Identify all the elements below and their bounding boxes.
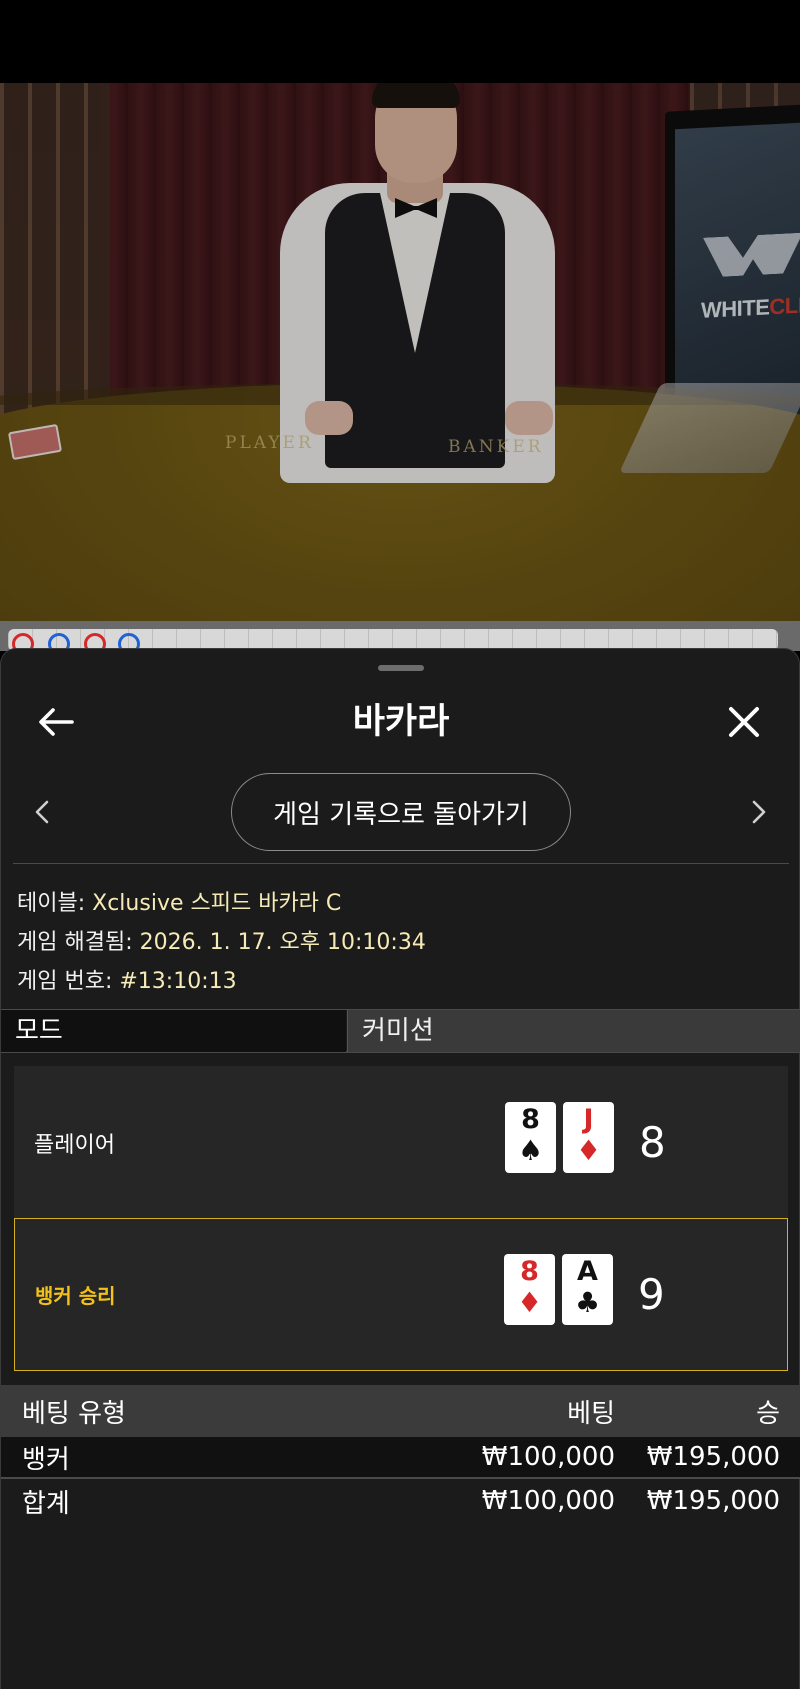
card-rank: J bbox=[583, 1104, 594, 1135]
playing-card: 8 ♦ bbox=[504, 1254, 555, 1325]
club-icon: ♣ bbox=[574, 1286, 601, 1319]
chevron-right-icon bbox=[752, 800, 766, 824]
resolved-info: 게임 해결됨: 2026. 1. 17. 오후 10:10:34 bbox=[17, 924, 426, 956]
player-score: 8 bbox=[639, 1118, 666, 1167]
video-dim-overlay bbox=[0, 83, 800, 621]
card-rank: 8 bbox=[520, 1256, 539, 1287]
win-amount-cell: ₩195,000 bbox=[646, 1442, 780, 1472]
section-divider bbox=[13, 863, 789, 864]
column-header-win: 승 bbox=[756, 1398, 780, 1429]
game-history-sheet: 바카라 게임 기록으로 돌아가기 테이블: Xclusive 스피드 바카라 C… bbox=[0, 648, 800, 1689]
game-number-label: 게임 번호: bbox=[17, 969, 113, 994]
roadmap-strip bbox=[0, 621, 800, 655]
banker-win-label: 뱅커 승리 bbox=[35, 1284, 116, 1308]
playing-card: 8 ♠ bbox=[505, 1102, 556, 1173]
card-rank: A bbox=[577, 1256, 598, 1287]
player-result-row: 플레이어 8 ♠ J ♦ 8 bbox=[14, 1066, 788, 1219]
total-bet: ₩100,000 bbox=[481, 1486, 615, 1516]
column-header-bet: 베팅 bbox=[567, 1398, 615, 1429]
table-info-value: Xclusive 스피드 바카라 C bbox=[92, 891, 342, 916]
total-label: 합계 bbox=[22, 1488, 70, 1519]
banker-score: 9 bbox=[638, 1270, 665, 1319]
playing-card: A ♣ bbox=[562, 1254, 613, 1325]
diamond-icon: ♦ bbox=[575, 1134, 602, 1167]
table-row: 뱅커 ₩100,000 ₩195,000 bbox=[1, 1437, 800, 1479]
close-button[interactable] bbox=[709, 687, 779, 757]
bets-table: 베팅 유형 베팅 승 뱅커 ₩100,000 ₩195,000 합계 ₩100,… bbox=[1, 1385, 800, 1523]
chevron-left-icon bbox=[35, 800, 49, 824]
page-title: 바카라 bbox=[352, 702, 450, 742]
spade-icon: ♠ bbox=[517, 1134, 544, 1167]
game-number-value: #13:10:13 bbox=[119, 969, 237, 994]
sheet-drag-handle[interactable] bbox=[378, 665, 424, 671]
card-rank: 8 bbox=[521, 1104, 540, 1135]
tab-mode[interactable]: 모드 bbox=[1, 1010, 346, 1052]
resolved-info-value: 2026. 1. 17. 오후 10:10:34 bbox=[139, 930, 426, 955]
sheet-header: 바카라 bbox=[1, 687, 800, 757]
top-black-bar bbox=[0, 0, 800, 83]
total-win: ₩195,000 bbox=[646, 1486, 780, 1516]
game-number-info: 게임 번호: #13:10:13 bbox=[17, 963, 237, 995]
previous-game-button[interactable] bbox=[7, 777, 77, 847]
player-label: 플레이어 bbox=[34, 1132, 115, 1158]
table-info: 테이블: Xclusive 스피드 바카라 C bbox=[17, 885, 341, 917]
playing-card: J ♦ bbox=[563, 1102, 614, 1173]
banker-result-row: 뱅커 승리 8 ♦ A ♣ 9 bbox=[14, 1218, 788, 1371]
resolved-info-label: 게임 해결됨: bbox=[17, 930, 133, 955]
bets-table-header: 베팅 유형 베팅 승 bbox=[1, 1385, 800, 1437]
tab-commission[interactable]: 커미션 bbox=[347, 1010, 800, 1052]
back-to-history-button[interactable]: 게임 기록으로 돌아가기 bbox=[231, 773, 571, 851]
diamond-icon: ♦ bbox=[516, 1286, 543, 1319]
bet-amount-cell: ₩100,000 bbox=[481, 1442, 615, 1472]
next-game-button[interactable] bbox=[724, 777, 794, 847]
live-video-stream: WHITECLIFF PLAYER BANKER bbox=[0, 83, 800, 621]
mode-tabs: 모드 커미션 bbox=[1, 1009, 800, 1053]
close-icon bbox=[729, 707, 759, 737]
history-navigation: 게임 기록으로 돌아가기 bbox=[1, 773, 800, 851]
table-info-label: 테이블: bbox=[17, 891, 86, 916]
bet-type-cell: 뱅커 bbox=[22, 1444, 70, 1475]
total-row: 합계 ₩100,000 ₩195,000 bbox=[1, 1479, 800, 1523]
column-header-bet-type: 베팅 유형 bbox=[22, 1398, 126, 1429]
